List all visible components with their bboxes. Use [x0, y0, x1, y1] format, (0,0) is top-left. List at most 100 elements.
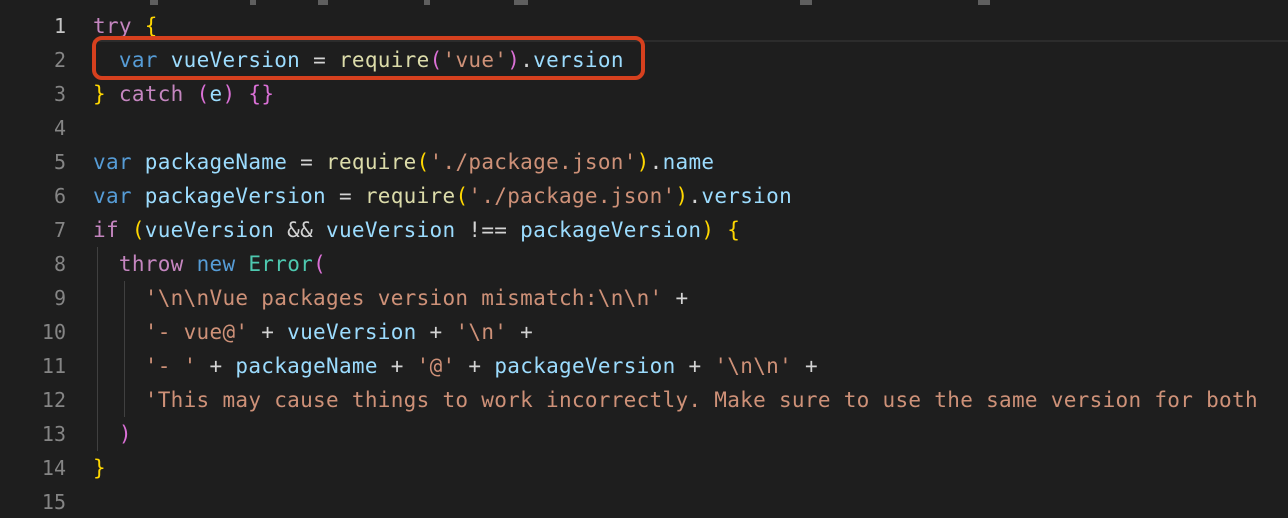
code-token: name: [662, 150, 715, 174]
code-token: version: [701, 184, 793, 208]
code-token: +: [248, 320, 288, 344]
code-token: vueVersion: [287, 320, 417, 344]
code-token: vueVersion: [144, 218, 275, 242]
code-token: ): [701, 218, 715, 242]
code-line[interactable]: 12 'This may cause things to work incorr…: [0, 383, 1288, 417]
line-number: 4: [53, 116, 66, 140]
line-number: 15: [41, 490, 66, 514]
code-token: '\n\nVue packages version mismatch:\n\n': [144, 286, 663, 310]
code-text: } catch (e) {}: [93, 77, 274, 111]
line-number: 13: [41, 422, 66, 446]
code-token: catch: [118, 82, 184, 106]
code-token: =: [287, 150, 327, 174]
code-token: ): [636, 150, 650, 174]
code-line[interactable]: 6 var packageVersion = require('./package…: [0, 179, 1288, 213]
code-token: +: [455, 354, 495, 378]
code-token: 'This may cause things to work incorrect…: [144, 388, 1258, 412]
code-token: +: [416, 320, 456, 344]
code-token: .: [688, 184, 702, 208]
code-token: +: [662, 286, 689, 310]
code-token: (: [196, 82, 210, 106]
code-text: '- vue@' + vueVersion + '\n' +: [93, 315, 533, 349]
code-token: vueVersion: [326, 218, 456, 242]
scrolled-line-fragment: [0, 0, 1288, 6]
code-token: +: [507, 320, 534, 344]
code-line[interactable]: 5 var packageName = require('./package.js…: [0, 145, 1288, 179]
code-text: ): [93, 417, 132, 451]
code-token: !==: [455, 218, 521, 242]
code-line[interactable]: 8 throw new Error(: [0, 247, 1288, 281]
code-line[interactable]: 4: [0, 111, 1288, 145]
code-text: '\n\nVue packages version mismatch:\n\n'…: [93, 281, 688, 315]
code-token: +: [196, 354, 236, 378]
code-token: }: [93, 456, 106, 480]
code-text: var packageName = require('./package.jso…: [93, 145, 714, 179]
line-number: 2: [53, 48, 66, 72]
code-line[interactable]: 13 ): [0, 417, 1288, 451]
code-token: {: [727, 218, 741, 242]
code-token: +: [377, 354, 417, 378]
line-number: 3: [53, 82, 66, 106]
line-number: 10: [41, 320, 66, 344]
code-line[interactable]: 9 '\n\nVue packages version mismatch:\n\…: [0, 281, 1288, 315]
code-token: ): [222, 82, 236, 106]
code-token: packageVersion: [144, 184, 326, 208]
code-token: '\n': [455, 320, 508, 344]
highlight-annotation-box: [92, 36, 645, 80]
code-token: ): [675, 184, 689, 208]
line-number: 14: [41, 456, 66, 480]
code-text: throw new Error(: [93, 247, 326, 281]
code-editor[interactable]: 1 try {2 var vueVersion = require('vue').…: [0, 0, 1288, 518]
line-number: 7: [53, 218, 66, 242]
code-token: packageName: [235, 354, 378, 378]
line-number: 11: [41, 354, 66, 378]
code-token: {: [144, 14, 158, 38]
code-token: (: [416, 150, 430, 174]
code-line[interactable]: 15: [0, 485, 1288, 518]
code-token: require: [364, 184, 456, 208]
code-token: {}: [248, 82, 275, 106]
code-line[interactable]: 14}: [0, 451, 1288, 485]
code-token: (: [313, 252, 327, 276]
code-text: var packageVersion = require('./package.…: [93, 179, 792, 213]
code-token: packageVersion: [520, 218, 702, 242]
code-text: if (vueVersion && vueVersion !== package…: [93, 213, 740, 247]
code-token: Error: [248, 252, 314, 276]
code-token: '- ': [144, 354, 197, 378]
line-number: 9: [53, 286, 66, 310]
line-number: 6: [53, 184, 66, 208]
code-line[interactable]: 11 '- ' + packageName + '@' + packageVer…: [0, 349, 1288, 383]
code-token: '\n\n': [714, 354, 793, 378]
code-token: var: [93, 150, 132, 174]
code-line[interactable]: 7 if (vueVersion && vueVersion !== packag…: [0, 213, 1288, 247]
code-token: new: [196, 252, 236, 276]
code-text: 'This may cause things to work incorrect…: [93, 383, 1258, 417]
code-token: =: [326, 184, 365, 208]
code-token: packageName: [144, 150, 288, 174]
code-line[interactable]: 3 } catch (e) {}: [0, 77, 1288, 111]
code-token: packageVersion: [494, 354, 676, 378]
code-token: (: [455, 184, 469, 208]
code-token: throw: [118, 252, 184, 276]
code-token: try: [93, 14, 132, 38]
code-token: var: [93, 184, 132, 208]
code-line[interactable]: 10 '- vue@' + vueVersion + '\n' +: [0, 315, 1288, 349]
code-token: './package.json': [429, 150, 637, 174]
code-token: '@': [416, 354, 456, 378]
code-token: if: [93, 218, 119, 242]
